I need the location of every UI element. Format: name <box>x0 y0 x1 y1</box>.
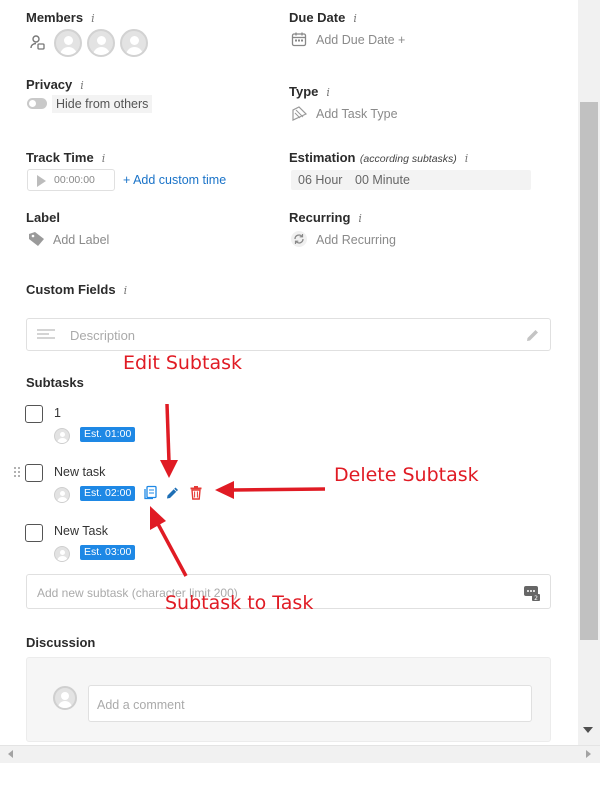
edit-subtask-annotation: Edit Subtask <box>123 352 242 374</box>
subtask-to-task-annotation: Subtask to Task <box>165 592 314 614</box>
delete-subtask-annotation: Delete Subtask <box>334 464 479 486</box>
edit-annotation-arrow <box>165 403 171 463</box>
edit-annotation-arrowhead <box>160 460 178 478</box>
to-task-annotation-arrow <box>156 523 188 577</box>
annotation-arrows <box>150 403 326 577</box>
delete-annotation-arrowhead <box>215 481 234 499</box>
delete-annotation-arrow <box>232 487 326 492</box>
